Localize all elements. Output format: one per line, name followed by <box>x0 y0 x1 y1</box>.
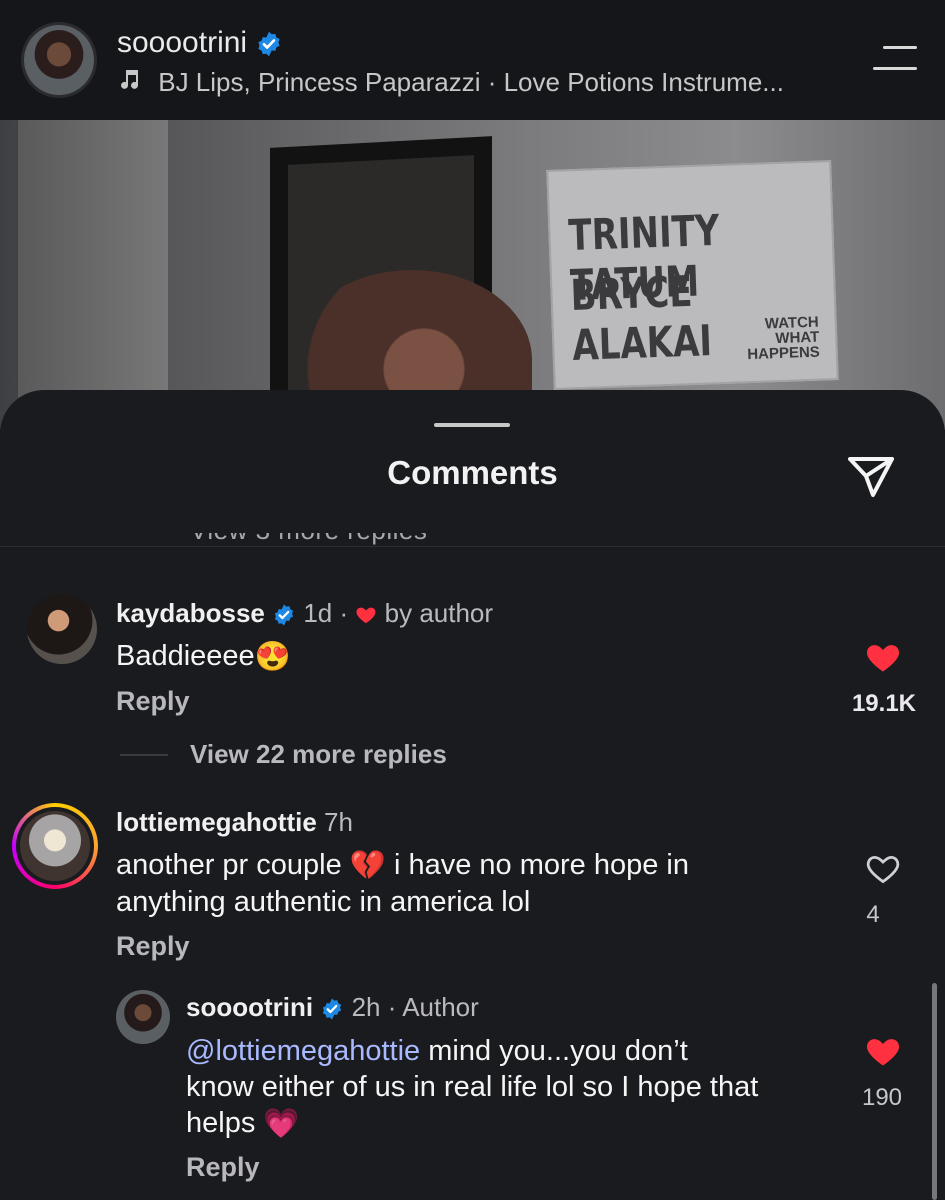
comment-text: @lottiemegahottie mind you...you don’t k… <box>186 1035 759 1141</box>
reply-button[interactable]: Reply <box>116 684 190 718</box>
door-shape <box>18 120 168 430</box>
mention-link[interactable]: @lottiemegahottie <box>186 1035 420 1067</box>
comment-username[interactable]: kaydabosse <box>116 598 265 628</box>
song-info[interactable]: BJ Lips, Princess Paparazzi · Love Potio… <box>117 64 784 100</box>
comment-meta: sooootrini 2h · Author <box>186 992 479 1022</box>
comment-username[interactable]: lottiemegahottie <box>116 807 317 837</box>
comment-text: another pr couple 💔 i have no more hope … <box>116 849 689 919</box>
liked-by-author-label: by author <box>384 598 494 628</box>
reply-avatar[interactable] <box>116 990 170 1044</box>
music-note-icon <box>121 70 139 89</box>
heart-eyes-emoji: 😍 <box>254 641 291 674</box>
top-bar: sooootrini BJ Lips, Princess Paparazzi ·… <box>0 0 945 120</box>
menu-icon[interactable] <box>873 46 917 72</box>
send-icon[interactable] <box>846 454 896 500</box>
drag-handle[interactable] <box>434 423 510 427</box>
like-count: 19.1K <box>851 690 916 717</box>
comments-sheet: Comments View 3 more replies kaydabosse … <box>0 390 945 1200</box>
comment-avatar[interactable] <box>27 594 97 664</box>
comment-meta: kaydabosse 1d · by author <box>116 598 494 628</box>
comment-time: 7h <box>324 807 353 837</box>
comment-time: 1d <box>303 598 333 628</box>
scrollbar[interactable] <box>932 983 937 1200</box>
dressing-room-sign: TRINITY TATUM BRYCE ALAKAI WATCH WHAT HA… <box>546 160 839 390</box>
header-username[interactable]: sooootrini <box>117 24 283 62</box>
author-label: Author <box>402 992 479 1022</box>
pink-heart-emoji: 💗 <box>263 1108 300 1141</box>
heart-icon[interactable] <box>864 639 902 673</box>
broken-heart-emoji: 💔 <box>349 850 386 883</box>
comment-meta: lottiemegahottie 7h <box>116 805 353 839</box>
reply-button[interactable]: Reply <box>186 1150 260 1184</box>
reply-button[interactable]: Reply <box>116 929 190 963</box>
verified-badge-icon <box>275 604 294 626</box>
comment-username[interactable]: sooootrini <box>186 992 313 1022</box>
post-photo: TRINITY TATUM BRYCE ALAKAI WATCH WHAT HA… <box>0 120 945 450</box>
header-divider <box>0 546 945 547</box>
verified-badge-icon <box>323 998 342 1020</box>
heart-icon[interactable] <box>864 1033 902 1067</box>
verified-badge-icon <box>258 31 281 57</box>
story-ring-avatar[interactable] <box>12 803 98 889</box>
sheet-title: Comments <box>387 454 558 491</box>
view-replies-button[interactable]: View 22 more replies <box>190 737 447 771</box>
view-replies-line <box>120 754 168 756</box>
like-count: 4 <box>866 901 880 928</box>
comment-time: 2h <box>351 992 381 1022</box>
heart-icon <box>356 607 376 624</box>
heart-outline-icon[interactable] <box>864 850 902 884</box>
profile-avatar[interactable] <box>24 25 94 95</box>
like-count: 190 <box>861 1084 903 1111</box>
partial-view-replies[interactable]: View 3 more replies <box>190 533 490 547</box>
comment-text: Baddieeee😍 <box>116 640 291 674</box>
sign-logo-text: WATCH WHAT HAPPENS <box>746 313 821 364</box>
